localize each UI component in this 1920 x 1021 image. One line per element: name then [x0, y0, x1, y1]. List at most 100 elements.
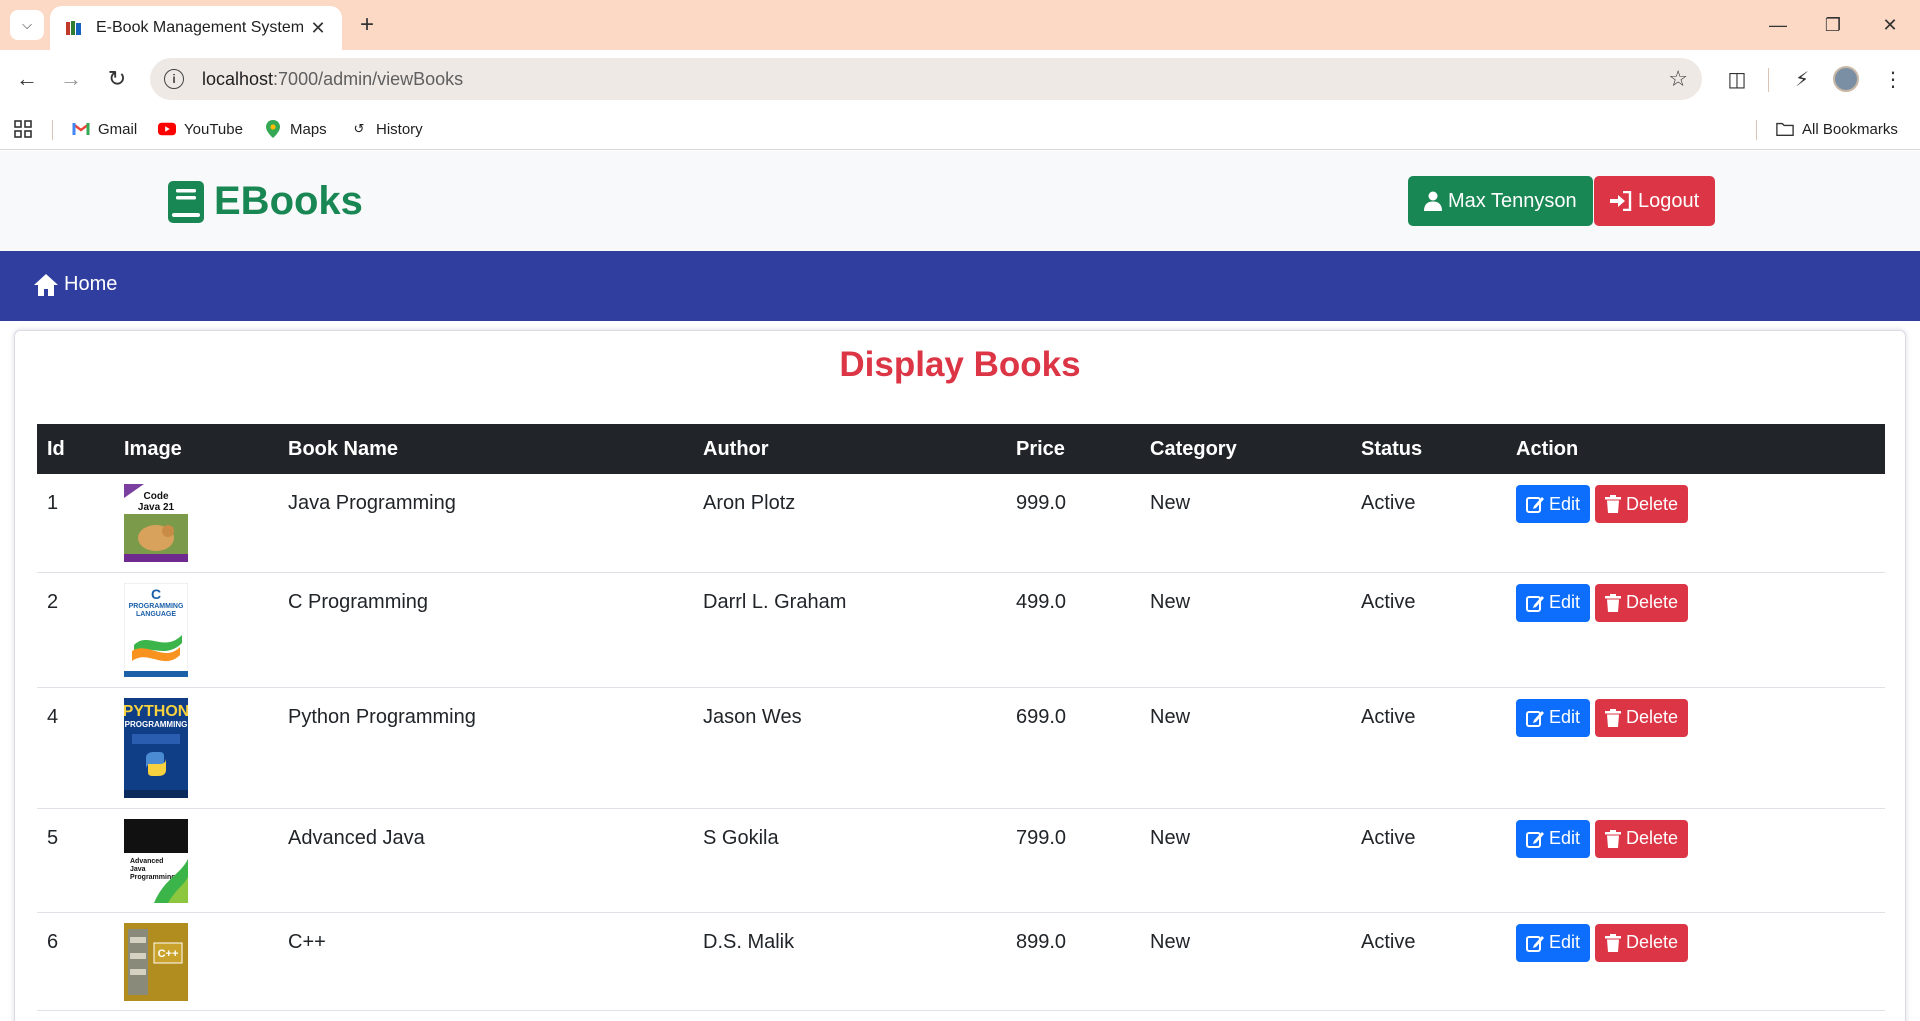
- bookmark-label: Maps: [290, 120, 327, 138]
- table-row: 2 C PROGRAMMING LANGUAGE C Programming D…: [37, 572, 1885, 688]
- extensions-icon[interactable]: ◫: [1722, 64, 1752, 94]
- cell-image: C++: [114, 912, 278, 1011]
- all-bookmarks-button[interactable]: All Bookmarks: [1776, 118, 1898, 140]
- edit-label: Edit: [1549, 932, 1581, 952]
- table-row: 4 PYTHON PROGRAMMING Python Programming …: [37, 687, 1885, 809]
- youtube-icon: [158, 120, 176, 138]
- main-navbar: Home: [0, 251, 1920, 321]
- close-icon[interactable]: ✕: [308, 18, 328, 39]
- cell-price: 999.0: [1006, 474, 1140, 573]
- more-menu-icon[interactable]: ⋮: [1878, 64, 1908, 94]
- history-icon: ↺: [353, 121, 365, 136]
- minimize-icon: —: [1769, 14, 1787, 35]
- cell-price: 799.0: [1006, 808, 1140, 913]
- folder-icon: [1776, 120, 1794, 138]
- restore-button[interactable]: ❐: [1813, 10, 1853, 40]
- edit-button[interactable]: Edit: [1516, 819, 1591, 858]
- svg-text:Java 21: Java 21: [138, 502, 175, 513]
- col-id: Id: [47, 437, 65, 460]
- edit-label: Edit: [1549, 592, 1581, 612]
- book-cover-image: PYTHON PROGRAMMING: [124, 697, 188, 798]
- trash-icon: [1605, 829, 1622, 848]
- performance-icon[interactable]: ⚡: [1787, 64, 1817, 94]
- site-info-icon[interactable]: i: [164, 69, 184, 89]
- trash-icon: [1605, 495, 1622, 513]
- cell-action: Edit Delete: [1506, 912, 1885, 1011]
- bookmark-label: YouTube: [184, 120, 243, 138]
- minimize-button[interactable]: —: [1758, 10, 1798, 40]
- bookmark-star-icon[interactable]: ☆: [1668, 66, 1688, 92]
- delete-button[interactable]: Delete: [1595, 583, 1689, 622]
- bookmark-maps[interactable]: Maps: [264, 118, 327, 140]
- user-name: Max Tennyson: [1448, 189, 1577, 212]
- edit-label: Edit: [1549, 707, 1581, 727]
- col-status: Status: [1361, 437, 1423, 460]
- col-price: Price: [1016, 437, 1065, 460]
- svg-text:C: C: [151, 586, 161, 602]
- cell-book-name: C++: [278, 912, 693, 1011]
- bookmarks-bar: Gmail YouTube Maps ↺ History All Bookmar…: [0, 108, 1920, 150]
- svg-text:LANGUAGE: LANGUAGE: [136, 611, 176, 618]
- logout-button[interactable]: Logout: [1594, 176, 1716, 226]
- bookmark-label: History: [376, 120, 423, 138]
- cell-image: Code Java 21: [114, 474, 278, 573]
- delete-label: Delete: [1626, 493, 1679, 514]
- delete-button[interactable]: Delete: [1595, 819, 1689, 858]
- browser-tab-strip: ⌵ E-Book Management System ✕ + — ❐ ✕: [0, 0, 1920, 50]
- url-host: localhost: [202, 68, 274, 89]
- bookmark-youtube[interactable]: YouTube: [158, 118, 243, 140]
- books-table: Id Image Book Name Author Price Category…: [37, 424, 1885, 1011]
- cell-book-name: Java Programming: [278, 474, 693, 573]
- edit-button[interactable]: Edit: [1516, 583, 1591, 622]
- cell-image: PYTHON PROGRAMMING: [114, 687, 278, 809]
- bookmark-history[interactable]: ↺ History: [350, 118, 423, 140]
- svg-text:PROGRAMMING: PROGRAMMING: [129, 603, 184, 610]
- edit-button[interactable]: Edit: [1516, 698, 1591, 737]
- edit-button[interactable]: Edit: [1516, 485, 1591, 523]
- col-action: Action: [1516, 437, 1579, 460]
- back-button[interactable]: ←: [12, 64, 42, 94]
- book-cover-image: Code Java 21: [124, 484, 188, 562]
- bookmark-gmail[interactable]: Gmail: [72, 118, 137, 140]
- user-profile-button[interactable]: Max Tennyson: [1408, 176, 1593, 226]
- profile-avatar[interactable]: [1833, 66, 1859, 92]
- edit-label: Edit: [1549, 828, 1581, 848]
- brand-logo[interactable]: EBooks: [168, 179, 363, 224]
- new-tab-button[interactable]: +: [352, 10, 382, 40]
- tab-search-button[interactable]: ⌵: [10, 10, 44, 40]
- bookmark-divider: [1756, 120, 1757, 140]
- apps-grid-icon[interactable]: [14, 118, 32, 140]
- cell-id: 4: [37, 687, 114, 809]
- cell-action: Edit Delete: [1506, 474, 1885, 573]
- cell-price: 899.0: [1006, 912, 1140, 1011]
- delete-button[interactable]: Delete: [1595, 698, 1689, 737]
- cell-category: New: [1140, 912, 1351, 1011]
- bookmark-divider: [52, 120, 53, 140]
- browser-tab-active[interactable]: E-Book Management System ✕: [50, 6, 342, 50]
- book-cover-image: C PROGRAMMING LANGUAGE: [124, 582, 188, 677]
- sign-in-icon: [1610, 191, 1632, 211]
- svg-text:PYTHON: PYTHON: [124, 703, 188, 720]
- svg-text:Advanced: Advanced: [130, 858, 163, 865]
- edit-button[interactable]: Edit: [1516, 923, 1591, 962]
- books-favicon-icon: [64, 18, 84, 38]
- col-category: Category: [1150, 437, 1237, 460]
- nav-home-label: Home: [64, 273, 118, 295]
- cell-author: S Gokila: [693, 808, 1006, 913]
- nav-home-link[interactable]: Home: [34, 273, 117, 296]
- cell-id: 1: [37, 474, 114, 573]
- address-bar[interactable]: i localhost:7000/admin/viewBooks ☆: [150, 58, 1702, 100]
- plus-icon: +: [359, 11, 374, 38]
- trash-icon: [1605, 593, 1622, 612]
- reload-button[interactable]: ↻: [102, 64, 132, 94]
- forward-button[interactable]: →: [56, 64, 86, 94]
- col-image: Image: [124, 437, 182, 460]
- restore-icon: ❐: [1824, 14, 1842, 35]
- delete-button[interactable]: Delete: [1595, 485, 1689, 523]
- book-cover-image: Advanced Java Programming: [124, 818, 188, 903]
- delete-button[interactable]: Delete: [1595, 923, 1689, 962]
- trash-icon: [1605, 933, 1622, 952]
- edit-icon: [1526, 495, 1544, 513]
- chevron-down-icon: ⌵: [22, 17, 32, 32]
- window-close-button[interactable]: ✕: [1870, 10, 1910, 40]
